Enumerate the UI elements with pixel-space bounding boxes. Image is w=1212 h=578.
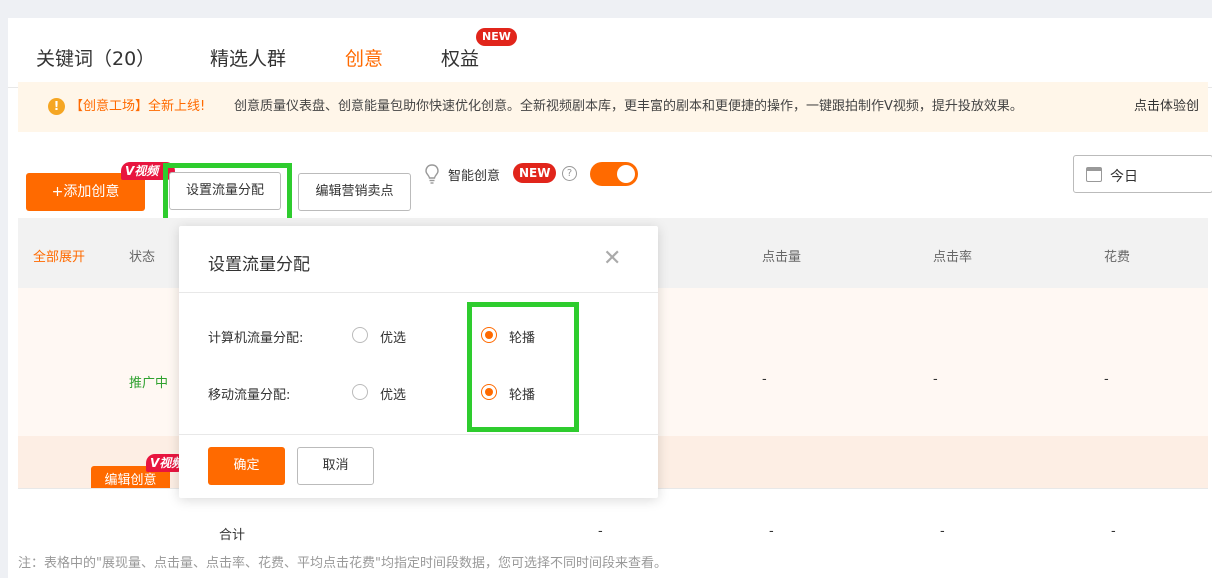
header-status: 状态	[129, 250, 156, 265]
date-value: 今日	[1110, 169, 1138, 185]
header-cost: 花费	[1104, 250, 1131, 265]
notice-link[interactable]: 点击体验创	[1134, 82, 1199, 132]
row-ctr: -	[933, 372, 938, 387]
tab-keywords[interactable]: 关键词（20）	[36, 44, 155, 71]
smart-creative-label: 智能创意	[448, 169, 501, 184]
confirm-button[interactable]: 确定	[208, 447, 285, 485]
new-badge: NEW	[476, 28, 517, 46]
header-ctr: 点击率	[933, 250, 973, 265]
header-clicks: 点击量	[762, 250, 802, 265]
total-ctr: -	[940, 524, 945, 539]
traffic-allocation-dialog: 设置流量分配 ✕ 计算机流量分配: 优选 轮播 移动流量分配: 优选 轮播 确定…	[179, 226, 658, 498]
calendar-icon	[1086, 167, 1102, 182]
total-value: -	[598, 524, 603, 539]
highlight-box	[163, 163, 292, 226]
tab-benefits[interactable]: 权益	[441, 44, 479, 71]
row-cost: -	[1104, 372, 1109, 387]
mobile-optimal-radio[interactable]	[352, 384, 368, 400]
warning-icon: !	[48, 98, 65, 115]
help-icon[interactable]: ?	[562, 166, 577, 181]
divider	[179, 292, 658, 293]
date-picker[interactable]: 今日	[1073, 155, 1212, 193]
toggle-knob	[617, 165, 635, 183]
tab-bar: 关键词（20） 精选人群 创意 权益 NEW	[8, 18, 1212, 88]
highlight-box	[467, 302, 579, 432]
divider	[179, 434, 658, 435]
cancel-button[interactable]: 取消	[297, 447, 374, 485]
footnote: 注：表格中的"展现量、点击量、点击率、花费、平均点击花费"均指定时间段数据，您可…	[18, 556, 667, 571]
mobile-optimal-label[interactable]: 优选	[380, 384, 406, 403]
close-icon[interactable]: ✕	[603, 248, 621, 270]
pc-optimal-label[interactable]: 优选	[380, 327, 406, 346]
pc-optimal-radio[interactable]	[352, 327, 368, 343]
edit-selling-points-button[interactable]: 编辑营销卖点	[298, 173, 411, 211]
dialog-title: 设置流量分配	[208, 255, 310, 275]
mobile-traffic-label: 移动流量分配:	[208, 388, 291, 403]
smart-creative-toggle[interactable]	[590, 162, 638, 186]
total-clicks: -	[769, 524, 774, 539]
notice-banner: ! 【创意工场】全新上线! 创意质量仪表盘、创意能量包助你快速优化创意。全新视频…	[18, 82, 1208, 132]
tab-creative[interactable]: 创意	[345, 44, 383, 71]
tab-audience[interactable]: 精选人群	[210, 44, 286, 71]
pc-traffic-label: 计算机流量分配:	[208, 331, 304, 346]
row-clicks: -	[762, 372, 767, 387]
total-label: 合计	[219, 528, 246, 543]
smart-new-badge: NEW	[513, 163, 557, 183]
notice-text: 创意质量仪表盘、创意能量包助你快速优化创意。全新视频剧本库，更丰富的剧本和更便捷…	[234, 99, 1023, 114]
notice-highlight: 【创意工场】全新上线!	[70, 99, 206, 114]
status-badge: 推广中	[129, 376, 169, 391]
lightbulb-icon	[425, 164, 439, 184]
expand-all-link[interactable]: 全部展开	[33, 246, 85, 265]
total-cost: -	[1111, 524, 1116, 539]
